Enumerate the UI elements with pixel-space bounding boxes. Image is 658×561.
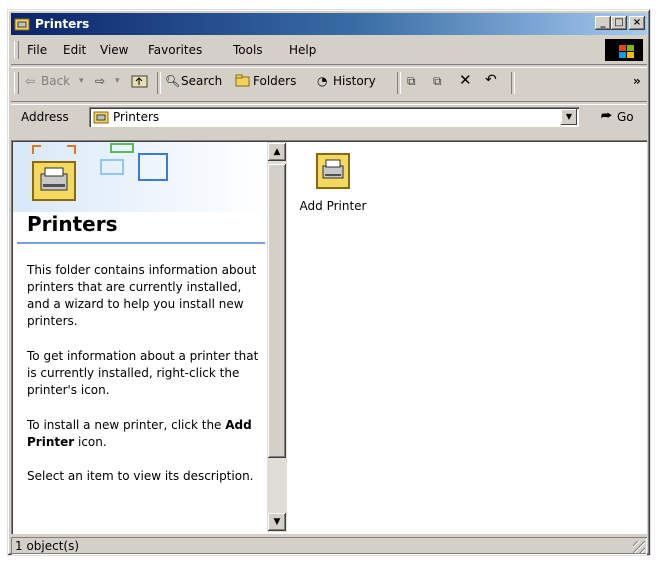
toolbar-overflow-button[interactable]: » [633, 74, 641, 88]
add-printer-item[interactable]: Add Printer [293, 150, 373, 213]
go-button[interactable]: Go [617, 110, 634, 124]
toolbar-separator [397, 72, 401, 94]
back-dropdown-icon[interactable]: ▾ [79, 76, 84, 86]
menu-tools[interactable]: Tools [233, 43, 263, 57]
menu-help[interactable]: Help [289, 43, 316, 57]
folders-icon [235, 74, 250, 87]
go-arrow-icon[interactable]: ⮫ [601, 109, 612, 124]
address-bar: Address Printers ▼ ⮫ Go [11, 103, 647, 133]
move-to-icon[interactable]: ⧉ [407, 74, 416, 89]
menu-grip[interactable] [14, 41, 19, 59]
folders-button[interactable]: Folders [253, 74, 296, 88]
address-dropdown-icon[interactable]: ▼ [561, 109, 577, 125]
scroll-thumb[interactable] [268, 164, 286, 458]
search-icon: 🔍︎ [165, 74, 181, 88]
status-bar: 1 object(s) [11, 536, 647, 556]
scroll-up-icon[interactable]: ▲ [268, 143, 286, 161]
menu-favorites[interactable]: Favorites [148, 43, 202, 57]
menu-edit[interactable]: Edit [63, 43, 86, 57]
pane-description-3: To install a new printer, click the Add … [27, 417, 263, 451]
scroll-down-icon[interactable]: ▼ [268, 513, 286, 531]
forward-button-icon[interactable]: ⇨ [95, 74, 105, 88]
explorer-window: Printers _ □ × File Edit View Favorites … [7, 9, 651, 556]
pane-description-3-prefix: To install a new printer, click the [27, 418, 222, 432]
printer-icon [32, 161, 76, 201]
toolbar-separator [157, 72, 161, 94]
up-folder-icon[interactable] [131, 73, 149, 89]
web-view-pane: Printers This folder contains informatio… [13, 142, 267, 532]
left-pane-scrollbar[interactable]: ▲ ▼ [267, 142, 287, 532]
menu-view[interactable]: View [100, 43, 128, 57]
pane-description-2: To get information about a printer that … [27, 349, 259, 397]
maximize-button[interactable]: □ [611, 16, 627, 30]
resize-grip[interactable] [633, 541, 645, 553]
title-bar[interactable]: Printers _ □ × [11, 13, 647, 35]
address-input[interactable]: Printers ▼ [89, 107, 579, 127]
standard-toolbar: ⇦ Back ▾ ⇨ ▾ 🔍︎ Search Folders ◔ History… [11, 66, 647, 100]
pane-description-4: Select an item to view its description. [27, 469, 254, 483]
search-button[interactable]: Search [181, 74, 222, 88]
minimize-button[interactable]: _ [595, 16, 611, 30]
back-button[interactable]: Back [41, 74, 70, 88]
printer-folder-icon [14, 18, 30, 31]
copy-to-icon[interactable]: ⧉ [433, 74, 442, 89]
history-icon: ◔ [317, 74, 328, 88]
windows-logo-icon [605, 39, 643, 61]
pane-title: Printers [27, 212, 118, 236]
toolbar-grip[interactable] [14, 72, 19, 94]
status-field: 1 object(s) [11, 537, 647, 555]
undo-icon[interactable]: ↶ [485, 72, 497, 88]
close-button[interactable]: × [629, 16, 645, 30]
status-text: 1 object(s) [15, 539, 80, 553]
content-area: Printers This folder contains informatio… [11, 140, 647, 534]
printer-icon [316, 153, 350, 189]
pane-description-3-suffix: icon. [78, 435, 107, 449]
add-printer-label: Add Printer [299, 199, 367, 213]
forward-dropdown-icon[interactable]: ▾ [115, 76, 120, 86]
address-label: Address [21, 110, 69, 124]
delete-icon[interactable]: ✕ [459, 71, 472, 89]
pane-description-1: This folder contains information about p… [27, 263, 257, 328]
window-title: Printers [35, 17, 90, 31]
toolbar-separator [511, 72, 515, 94]
menu-bar: File Edit View Favorites Tools Help [11, 37, 647, 63]
printer-folder-icon [93, 111, 109, 124]
back-arrow-icon[interactable]: ⇦ [25, 74, 35, 88]
address-value: Printers [113, 110, 160, 124]
pane-title-rule [17, 242, 265, 244]
history-button[interactable]: History [333, 74, 376, 88]
menu-file[interactable]: File [27, 43, 47, 57]
